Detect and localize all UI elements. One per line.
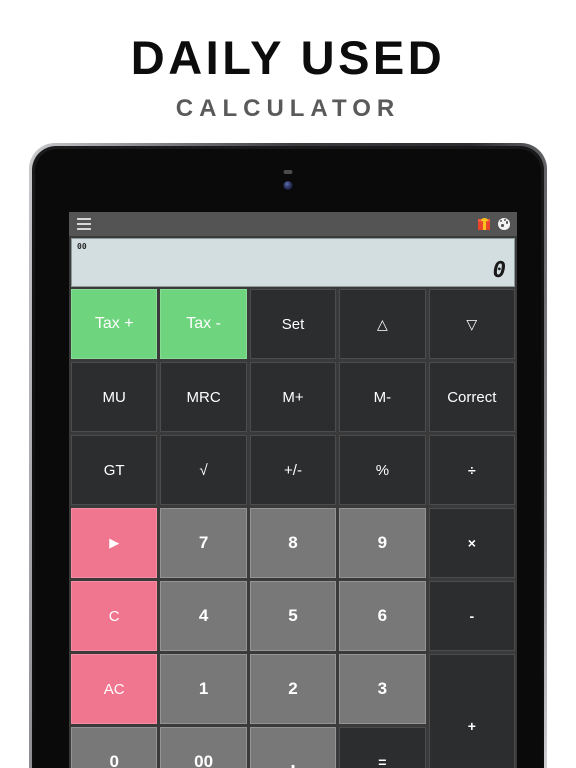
proximity-sensor-icon bbox=[283, 170, 293, 174]
tablet-face: 00 0 Tax + Tax - Set △ ▽ MU MRC M+ M- Correct GT √ +… bbox=[35, 149, 541, 768]
tablet-device-frame: 00 0 Tax + Tax - Set △ ▽ MU MRC M+ M- Correct GT √ +… bbox=[29, 143, 547, 768]
key-gt[interactable]: GT bbox=[71, 435, 158, 505]
key-4[interactable]: 4 bbox=[160, 581, 247, 651]
calculator-keypad: Tax + Tax - Set △ ▽ MU MRC M+ M- Correct GT √ +/-% ÷ ▶… bbox=[71, 289, 515, 768]
key-3[interactable]: 3 bbox=[339, 654, 426, 724]
key-multiply[interactable]: × bbox=[428, 508, 515, 578]
key-6[interactable]: 6 bbox=[339, 581, 426, 651]
key-divide[interactable]: ÷ bbox=[428, 435, 515, 505]
display-value: 0 bbox=[492, 258, 507, 283]
key-square-root[interactable]: √ bbox=[160, 435, 247, 505]
front-camera-icon bbox=[283, 181, 293, 190]
gift-icon[interactable] bbox=[478, 218, 490, 230]
page-subtitle: CALCULATOR bbox=[175, 95, 401, 122]
key-m-minus[interactable]: M- bbox=[339, 362, 426, 432]
key-up-triangle[interactable]: △ bbox=[339, 289, 426, 359]
memory-indicator: 00 bbox=[77, 242, 87, 251]
key-tax-minus[interactable]: Tax - bbox=[160, 289, 247, 359]
app-bar-actions bbox=[478, 218, 510, 230]
key-equals[interactable]: = bbox=[339, 727, 426, 768]
calculator-app-screen: 00 0 Tax + Tax - Set △ ▽ MU MRC M+ M- Correct GT √ +… bbox=[69, 212, 517, 768]
promo-graphic: DAILY USED CALCULATOR 00 0 Tax + Tax - S… bbox=[0, 0, 576, 768]
key-plus[interactable]: + bbox=[428, 654, 515, 768]
key-mu[interactable]: MU bbox=[71, 362, 158, 432]
key-9[interactable]: 9 bbox=[339, 508, 426, 578]
key-down-triangle[interactable]: ▽ bbox=[428, 289, 515, 359]
headline-block: DAILY USED CALCULATOR bbox=[0, 0, 576, 140]
key-1[interactable]: 1 bbox=[160, 654, 247, 724]
key-double-zero[interactable]: 00 bbox=[160, 727, 247, 768]
key-8[interactable]: 8 bbox=[249, 508, 337, 578]
key-tax-plus[interactable]: Tax + bbox=[71, 289, 158, 359]
key-backspace[interactable]: ▶ bbox=[71, 508, 158, 578]
key-2[interactable]: 2 bbox=[249, 654, 337, 724]
key-mrc[interactable]: MRC bbox=[160, 362, 247, 432]
key-all-clear[interactable]: AC bbox=[71, 654, 158, 724]
key-clear[interactable]: C bbox=[71, 581, 158, 651]
calculator-display: 00 0 bbox=[71, 238, 515, 287]
page-title: DAILY USED bbox=[130, 31, 446, 84]
key-sign-toggle[interactable]: +/- bbox=[249, 435, 337, 505]
key-decimal-point[interactable]: . bbox=[249, 727, 337, 768]
key-set[interactable]: Set bbox=[249, 289, 337, 359]
key-7[interactable]: 7 bbox=[160, 508, 247, 578]
key-5[interactable]: 5 bbox=[249, 581, 337, 651]
key-correct[interactable]: Correct bbox=[428, 362, 515, 432]
app-bar bbox=[69, 212, 517, 236]
hamburger-menu-icon[interactable] bbox=[77, 217, 91, 231]
tablet-bezel-inner: 00 0 Tax + Tax - Set △ ▽ MU MRC M+ M- Correct GT √ +… bbox=[32, 146, 544, 768]
key-percent[interactable]: % bbox=[339, 435, 426, 505]
key-0[interactable]: 0 bbox=[71, 727, 158, 768]
key-minus[interactable]: - bbox=[428, 581, 515, 651]
key-m-plus[interactable]: M+ bbox=[249, 362, 337, 432]
palette-icon[interactable] bbox=[498, 218, 510, 230]
